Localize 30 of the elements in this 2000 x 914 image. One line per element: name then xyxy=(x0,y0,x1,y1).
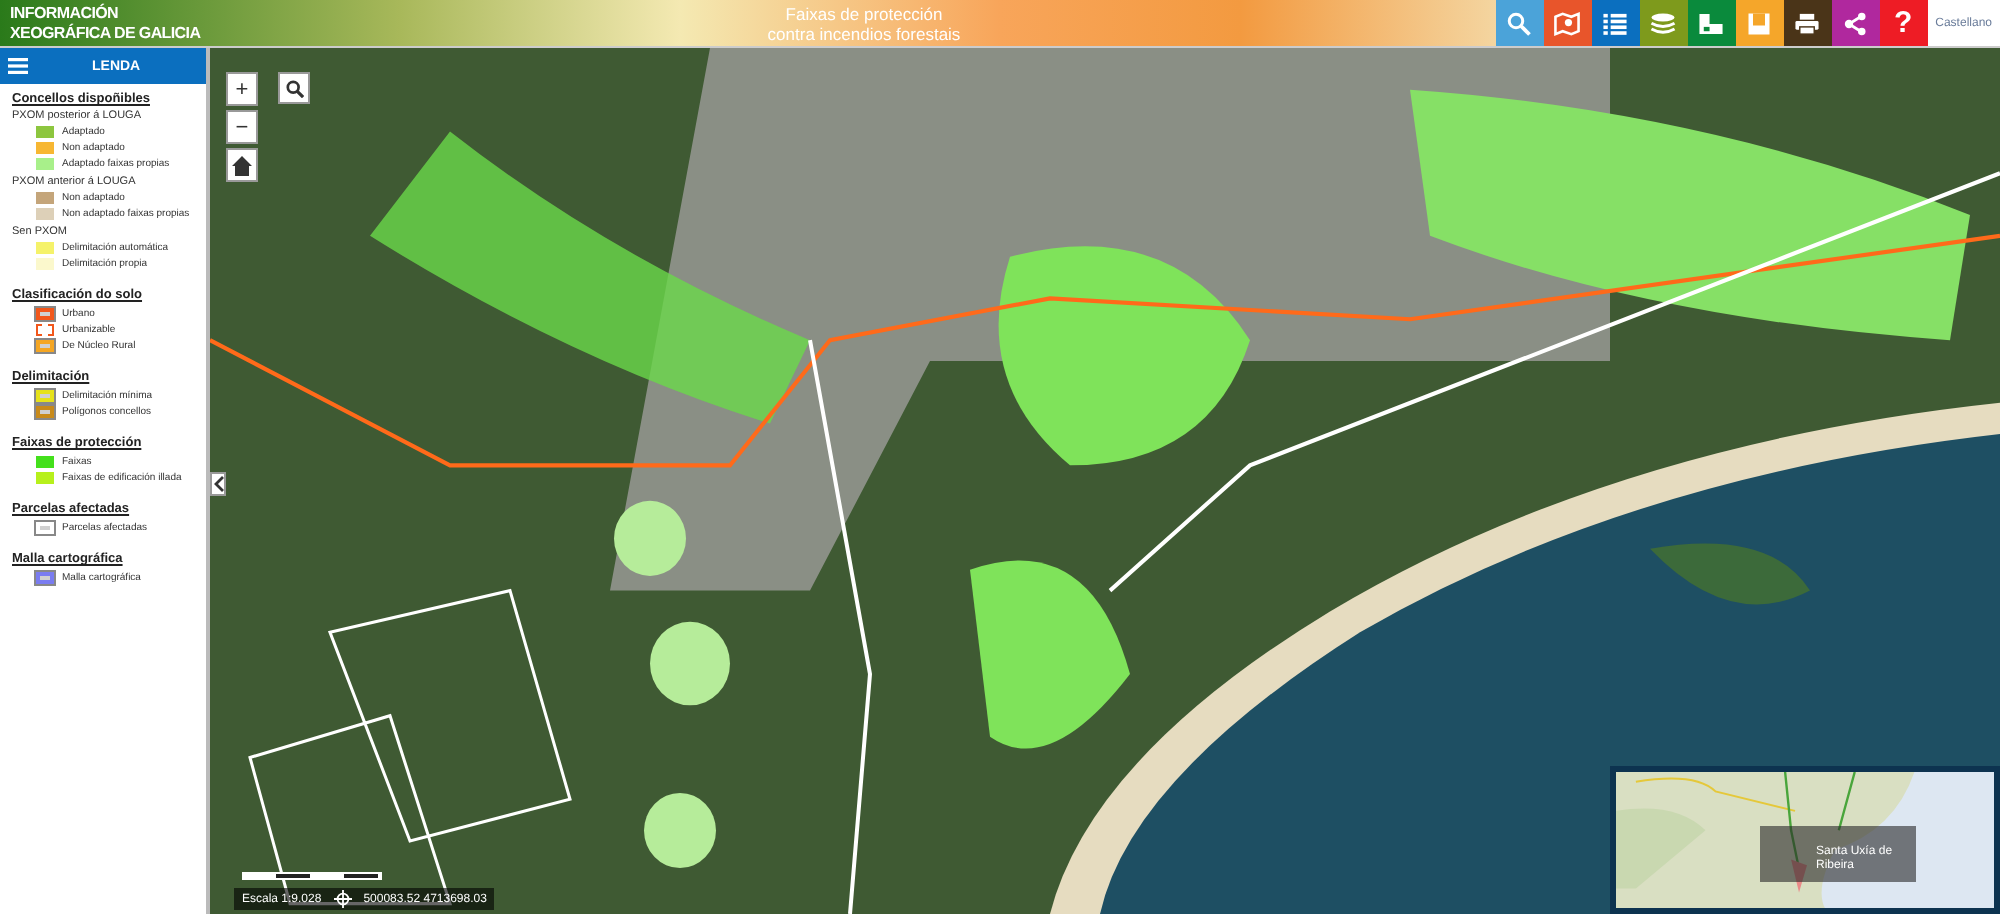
home-button[interactable] xyxy=(226,148,258,182)
share-button[interactable] xyxy=(1831,0,1880,46)
page-title: Faixas de protección contra incendios forestais xyxy=(765,2,963,46)
help-button[interactable]: ? xyxy=(1879,0,1928,46)
map-legend-icon xyxy=(1698,11,1725,35)
zoom-in-button[interactable]: + xyxy=(226,72,258,106)
list-button[interactable] xyxy=(1591,0,1640,46)
save-icon xyxy=(1746,11,1773,35)
crosshair-icon xyxy=(333,890,352,908)
home-icon xyxy=(232,155,252,175)
print-button[interactable] xyxy=(1783,0,1832,46)
collapse-panel-button[interactable] xyxy=(210,472,226,496)
print-icon xyxy=(1794,11,1821,35)
share-icon xyxy=(1842,11,1869,35)
list-icon xyxy=(1602,11,1629,35)
save-button[interactable] xyxy=(1735,0,1784,46)
map-button[interactable] xyxy=(1543,0,1592,46)
zoom-out-button[interactable]: − xyxy=(226,110,258,144)
layers-icon xyxy=(1650,11,1677,35)
search-icon xyxy=(285,79,303,97)
folded-map-icon xyxy=(1554,11,1581,35)
site-logo[interactable]: INFORMACIÓN XEOGRÁFICA DE GALICIA xyxy=(0,0,310,46)
legend-button[interactable] xyxy=(1687,0,1736,46)
layers-button[interactable] xyxy=(1639,0,1688,46)
search-icon xyxy=(1506,11,1533,35)
scale-bar xyxy=(242,870,382,882)
menu-icon[interactable] xyxy=(8,58,28,74)
viewport-rectangle[interactable] xyxy=(1760,826,1916,882)
search-button[interactable] xyxy=(278,72,310,104)
chevron-left-icon xyxy=(213,476,223,492)
